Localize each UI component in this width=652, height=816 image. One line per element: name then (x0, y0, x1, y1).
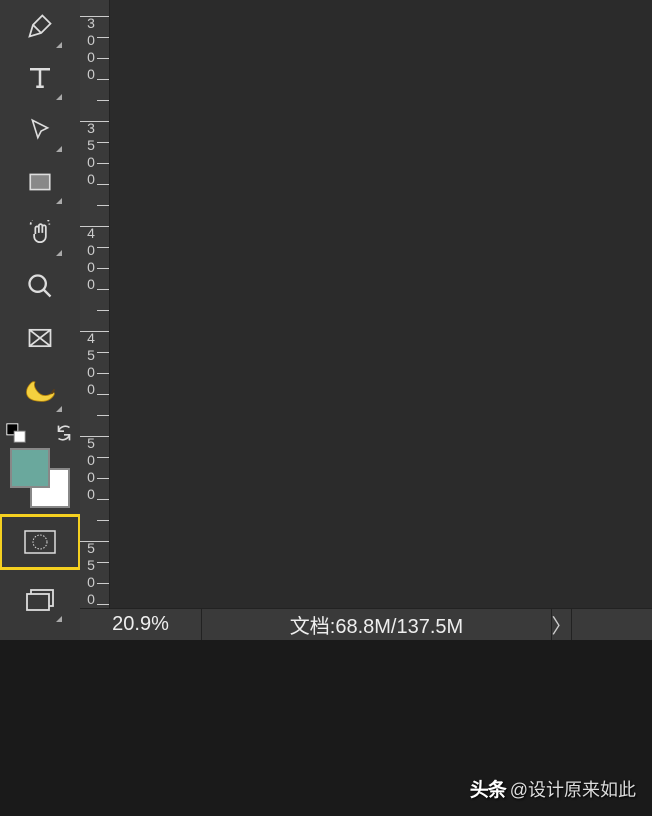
ruler-tick-label: 0 (84, 382, 98, 396)
rotate-view-tool[interactable] (16, 210, 64, 258)
shape-tool[interactable] (16, 158, 64, 206)
quickmask-mode-button[interactable] (0, 514, 81, 570)
ruler-tick-label: 0 (84, 277, 98, 291)
swap-colors-icon[interactable] (53, 422, 75, 444)
vertical-ruler: 3 0 0 0 3 5 0 0 4 0 0 0 4 5 0 0 5 0 0 0 5 5 0 0 (80, 0, 110, 608)
type-tool[interactable] (16, 54, 64, 102)
ruler-tick-label: 3 (84, 16, 98, 30)
toolbar (0, 0, 80, 640)
watermark: 头条 @设计原来如此 (470, 775, 636, 802)
type-icon (25, 63, 55, 93)
ruler-tick-label: 0 (84, 260, 98, 274)
zoom-tool[interactable] (16, 262, 64, 310)
pen-icon (26, 12, 54, 40)
document-size[interactable]: 文档:68.8M/137.5M (202, 609, 552, 640)
cross-box-icon (26, 324, 54, 352)
ruler-tick-label: 0 (84, 575, 98, 589)
ruler-tick-label: 0 (84, 470, 98, 484)
canvas[interactable] (110, 0, 652, 608)
ruler-tick-label: 4 (84, 226, 98, 240)
screen-mode-icon (25, 588, 55, 612)
ruler-tick-label: 0 (84, 50, 98, 64)
arrow-cursor-icon (27, 117, 53, 143)
watermark-handle: @设计原来如此 (510, 776, 636, 802)
magnifier-icon (26, 272, 54, 300)
quickmask-icon (23, 529, 57, 555)
app-area: 3 0 0 0 3 5 0 0 4 0 0 0 4 5 0 0 5 0 0 0 5 5 0 0 20.9% 文档:68.8M/… (0, 0, 652, 640)
status-chevron[interactable]: 〉 (552, 609, 572, 640)
ruler-tick-label: 0 (84, 487, 98, 501)
ruler-tick-label: 5 (84, 138, 98, 152)
ruler-tick-label: 0 (84, 453, 98, 467)
color-switch-row (5, 422, 75, 444)
ruler-tick-label: 0 (84, 67, 98, 81)
zoom-level[interactable]: 20.9% (80, 609, 202, 640)
watermark-brand: 头条 (470, 775, 506, 802)
rectangle-icon (27, 169, 53, 195)
extra-tool-1[interactable] (16, 314, 64, 362)
path-select-tool[interactable] (16, 106, 64, 154)
banana-tool[interactable] (16, 366, 64, 414)
color-swatches[interactable] (10, 448, 70, 508)
ruler-tick-label: 0 (84, 33, 98, 47)
foreground-color[interactable] (10, 448, 50, 488)
ruler-tick-label: 5 (84, 541, 98, 555)
ruler-tick-label: 5 (84, 558, 98, 572)
screen-mode-button[interactable] (16, 576, 64, 624)
ruler-tick-label: 0 (84, 172, 98, 186)
pen-tool[interactable] (16, 2, 64, 50)
ruler-tick-label: 0 (84, 243, 98, 257)
ruler-tick-label: 3 (84, 121, 98, 135)
ruler-tick-label: 0 (84, 155, 98, 169)
ruler-tick-label: 0 (84, 365, 98, 379)
hand-rotate-icon (26, 220, 54, 248)
ruler-tick-label: 5 (84, 436, 98, 450)
default-colors-icon[interactable] (5, 422, 27, 444)
banana-icon (23, 377, 57, 403)
ruler-tick-label: 5 (84, 348, 98, 362)
status-bar: 20.9% 文档:68.8M/137.5M 〉 (80, 608, 652, 640)
ruler-tick-label: 4 (84, 331, 98, 345)
ruler-tick-label: 0 (84, 592, 98, 606)
